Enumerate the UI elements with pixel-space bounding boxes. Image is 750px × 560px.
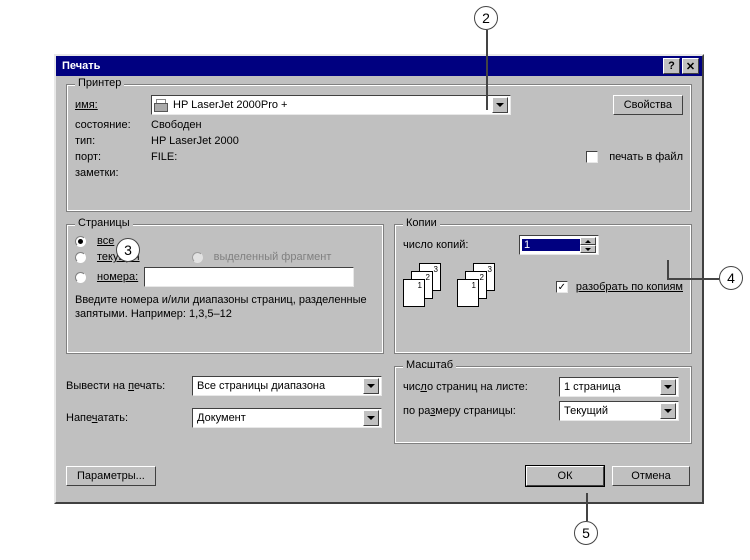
copies-count-value: 1	[522, 239, 580, 251]
print-what-label: Вывести на печать:	[66, 380, 186, 392]
chevron-down-icon[interactable]	[363, 410, 379, 426]
callout-line-4b	[667, 260, 669, 279]
callout-line-5	[586, 493, 588, 521]
pages-legend: Страницы	[75, 217, 133, 229]
scale-size-combo[interactable]: Текущий	[559, 401, 679, 421]
pages-numbers-input[interactable]	[144, 267, 354, 287]
copies-groupbox: Копии число копий: 1 3 2 1 3	[394, 224, 692, 354]
pages-numbers-radio[interactable]	[75, 272, 86, 283]
collate-label: разобрать по копиям	[576, 281, 683, 293]
help-button[interactable]: ?	[663, 58, 680, 74]
collate-checkbox[interactable]: ✓	[556, 281, 568, 293]
dialog-title: Печать	[62, 60, 100, 72]
printer-name-label: имя:	[75, 99, 145, 111]
printer-legend: Принтер	[75, 77, 124, 89]
print-to-file-checkbox[interactable]	[586, 151, 598, 163]
printer-groupbox: Принтер имя: HP LaserJet 2000Pro + Свойс…	[66, 84, 692, 212]
scale-size-label: по размеру страницы:	[403, 405, 553, 417]
ok-button[interactable]: ОК	[526, 466, 604, 486]
callout-5: 5	[574, 521, 598, 545]
print-label: Напечатать:	[66, 412, 186, 424]
spinner-down-button[interactable]	[580, 245, 596, 253]
printer-notes-label: заметки:	[75, 167, 145, 179]
callout-3: 3	[116, 238, 140, 262]
pages-selection-label: выделенный фрагмент	[214, 251, 332, 263]
printer-name-value: HP LaserJet 2000Pro +	[171, 99, 492, 111]
scale-size-value: Текущий	[562, 405, 660, 417]
pages-per-sheet-value: 1 страница	[562, 381, 660, 393]
printer-icon	[154, 99, 168, 111]
print-dialog: Печать ? ✕ Принтер имя: HP LaserJet 2000…	[54, 54, 704, 504]
printer-state-value: Свободен	[151, 119, 202, 131]
collate-icon: 3 2 1	[457, 263, 505, 311]
pages-all-radio[interactable]	[75, 236, 86, 247]
printer-port-label: порт:	[75, 151, 145, 163]
callout-2: 2	[474, 6, 498, 30]
options-button[interactable]: Параметры...	[66, 466, 156, 486]
callout-4: 4	[719, 266, 743, 290]
scale-groupbox: Масштаб число страниц на листе: 1 страни…	[394, 366, 692, 444]
spinner-up-button[interactable]	[580, 237, 596, 245]
close-button[interactable]: ✕	[682, 58, 699, 74]
copies-legend: Копии	[403, 217, 440, 229]
callout-line-4	[667, 278, 719, 280]
close-icon: ✕	[686, 60, 695, 73]
titlebar: Печать ? ✕	[56, 56, 702, 76]
printer-type-label: тип:	[75, 135, 145, 147]
callout-line-2	[486, 30, 488, 110]
print-combo[interactable]: Документ	[192, 408, 382, 428]
pages-per-sheet-label: число страниц на листе:	[403, 381, 553, 393]
printer-port-value: FILE:	[151, 151, 177, 163]
printer-state-label: состояние:	[75, 119, 145, 131]
collate-icon: 3 2 1	[403, 263, 451, 311]
pages-all-label: все	[97, 235, 114, 247]
copies-count-label: число копий:	[403, 239, 513, 251]
pages-numbers-label: номера:	[97, 271, 138, 283]
print-to-file-label: печать в файл	[609, 151, 683, 163]
pages-per-sheet-combo[interactable]: 1 страница	[559, 377, 679, 397]
print-what-value: Все страницы диапазона	[195, 380, 363, 392]
printer-name-combo[interactable]: HP LaserJet 2000Pro +	[151, 95, 511, 115]
cancel-button[interactable]: Отмена	[612, 466, 690, 486]
copies-count-spinner[interactable]: 1	[519, 235, 599, 255]
print-value: Документ	[195, 412, 363, 424]
chevron-down-icon[interactable]	[363, 378, 379, 394]
chevron-down-icon[interactable]	[492, 97, 508, 113]
pages-hint: Введите номера и/или диапазоны страниц, …	[75, 293, 375, 322]
chevron-down-icon[interactable]	[660, 403, 676, 419]
chevron-down-icon[interactable]	[660, 379, 676, 395]
pages-current-radio[interactable]	[75, 252, 86, 263]
scale-legend: Масштаб	[403, 359, 456, 371]
pages-groupbox: Страницы все текущая выделенный фрагмент…	[66, 224, 384, 354]
print-what-combo[interactable]: Все страницы диапазона	[192, 376, 382, 396]
pages-selection-radio	[192, 252, 203, 263]
printer-type-value: HP LaserJet 2000	[151, 135, 239, 147]
properties-button[interactable]: Свойства	[613, 95, 683, 115]
